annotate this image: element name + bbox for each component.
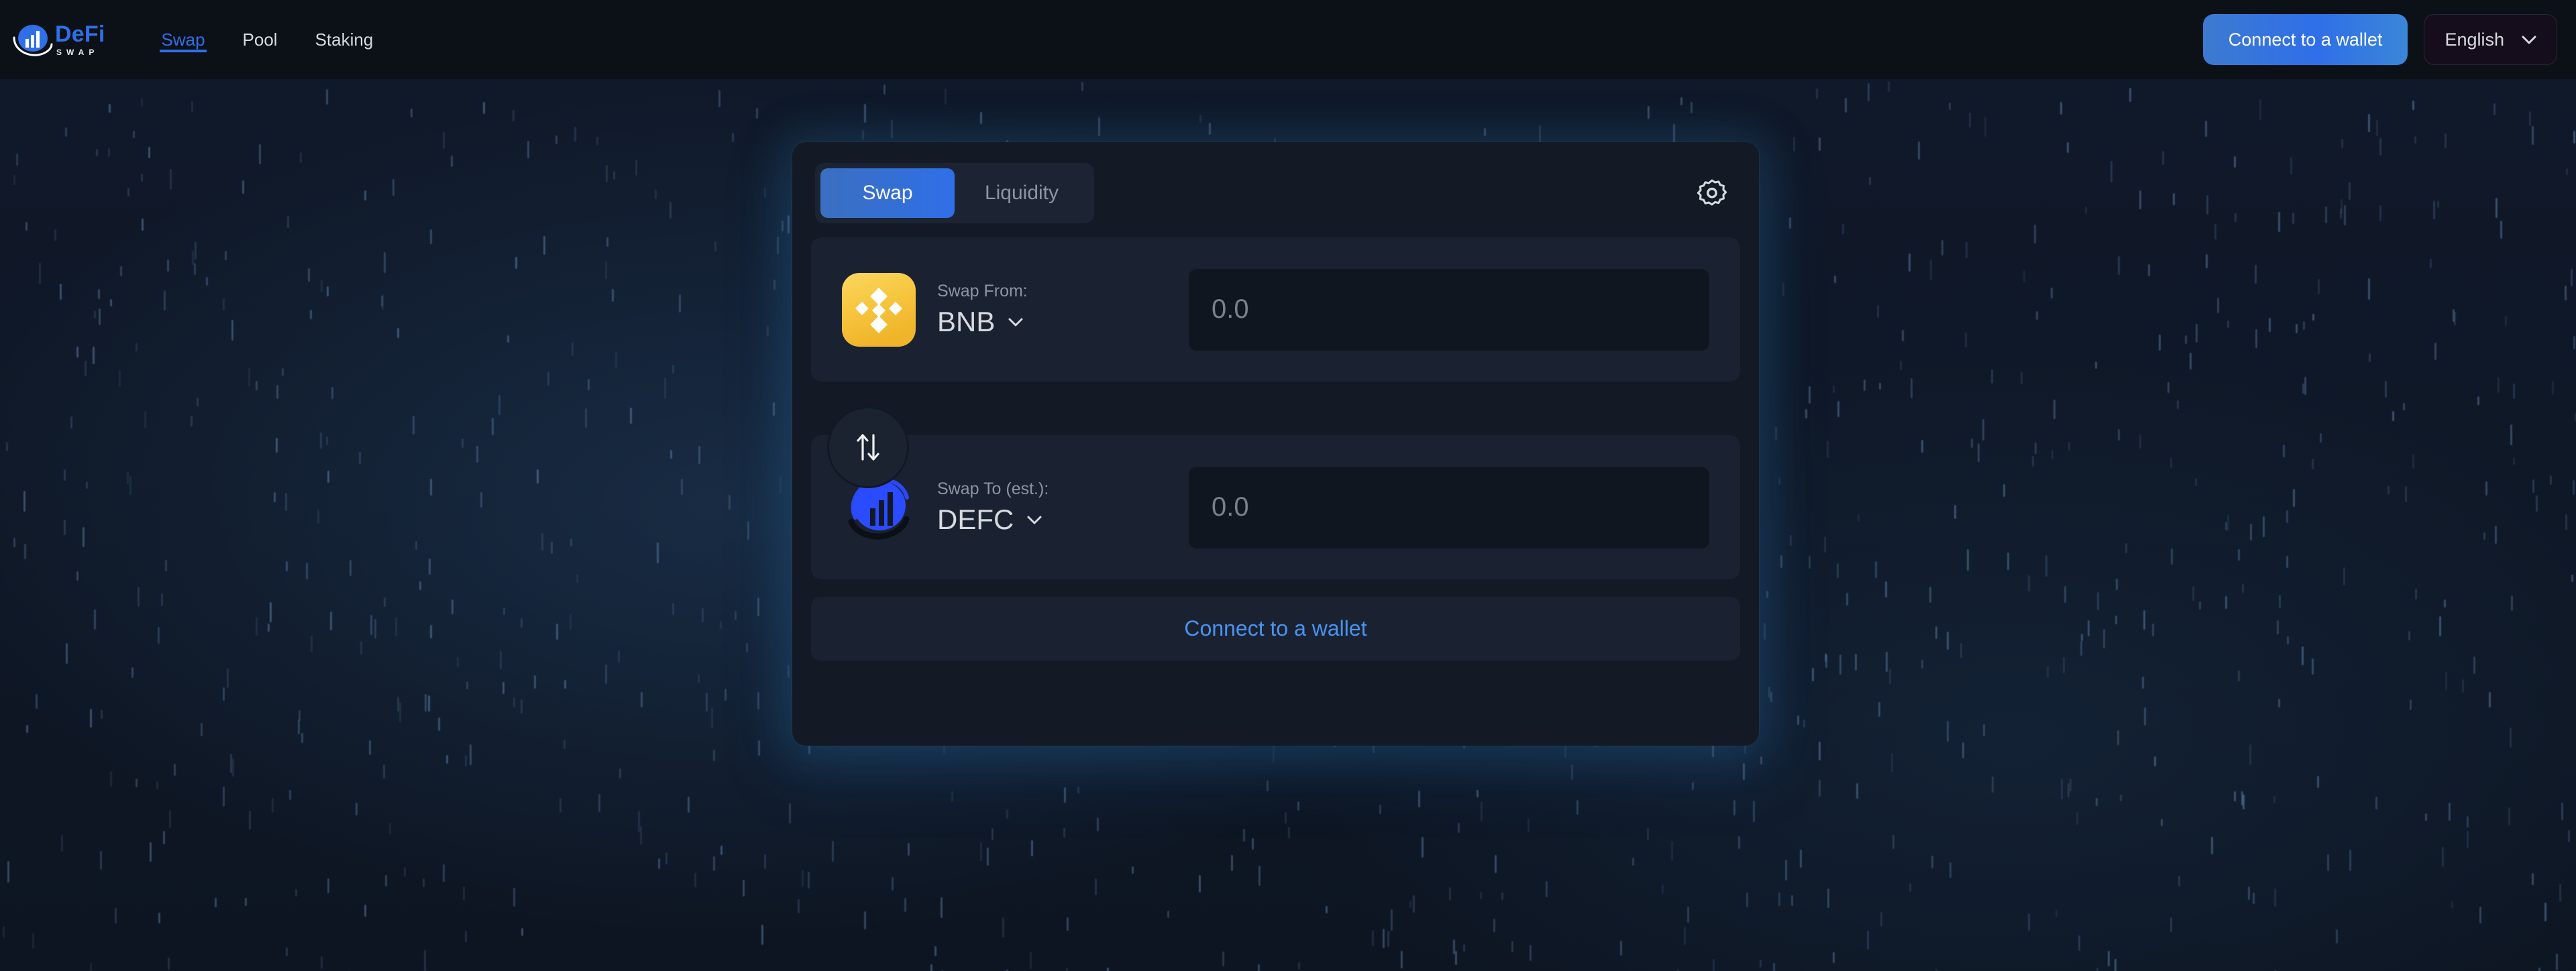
connect-wallet-button[interactable]: Connect to a wallet: [2202, 14, 2408, 65]
language-label: English: [2445, 29, 2504, 50]
settings-button[interactable]: [1693, 174, 1731, 212]
nav-item-swap[interactable]: Swap: [142, 0, 223, 79]
swap-from-amount-input[interactable]: [1189, 268, 1709, 351]
swap-from-label: Swap From:: [937, 282, 1028, 301]
swap-to-meta: Swap To (est.): DEFC: [937, 479, 1138, 535]
top-navigation-bar: DeFi SWAP Swap Pool Staking Connect to a…: [0, 0, 2576, 79]
chevron-down-icon: [2522, 36, 2536, 44]
swap-from-token-symbol: BNB: [937, 306, 996, 338]
swap-to-panel: Swap To (est.): DEFC: [811, 435, 1740, 579]
swap-to-amount-input[interactable]: [1189, 466, 1709, 549]
tab-swap[interactable]: Swap: [820, 168, 955, 218]
brand-logo[interactable]: DeFi SWAP: [12, 17, 105, 62]
chevron-down-icon: [1027, 516, 1042, 524]
nav-item-staking[interactable]: Staking: [297, 0, 392, 79]
nav-item-pool[interactable]: Pool: [224, 0, 297, 79]
language-selector[interactable]: English: [2424, 14, 2557, 65]
swap-to-token-symbol: DEFC: [937, 504, 1014, 536]
brand-subtitle: SWAP: [56, 48, 99, 57]
brand-name: DeFi: [55, 21, 105, 47]
bnb-token-icon: [841, 272, 917, 348]
swap-direction-button[interactable]: [827, 406, 909, 488]
swap-vertical-arrows-icon: [849, 429, 887, 466]
header-actions: Connect to a wallet English: [2202, 14, 2557, 65]
main-nav: Swap Pool Staking: [142, 0, 392, 79]
tab-liquidity[interactable]: Liquidity: [955, 168, 1089, 218]
card-header: Swap Liquidity: [811, 161, 1740, 225]
chevron-down-icon: [1008, 318, 1023, 327]
card-connect-wallet-button[interactable]: Connect to a wallet: [811, 597, 1740, 661]
swap-from-token-selector[interactable]: BNB: [937, 306, 1138, 337]
swap-from-panel: Swap From: BNB: [811, 237, 1740, 382]
gear-icon: [1696, 177, 1728, 209]
swap-from-meta: Swap From: BNB: [937, 281, 1138, 337]
brand-text: DeFi SWAP: [55, 23, 105, 56]
app-root: DeFi SWAP Swap Pool Staking Connect to a…: [0, 0, 2576, 971]
card-tabs: Swap Liquidity: [815, 163, 1094, 223]
defi-swap-logo-icon: [12, 20, 54, 59]
swap-to-token-selector[interactable]: DEFC: [937, 504, 1138, 535]
swap-card: Swap Liquidity Swap From: BNB 0.0 Swap T…: [792, 142, 1759, 746]
swap-to-label: Swap To (est.):: [937, 479, 1049, 499]
